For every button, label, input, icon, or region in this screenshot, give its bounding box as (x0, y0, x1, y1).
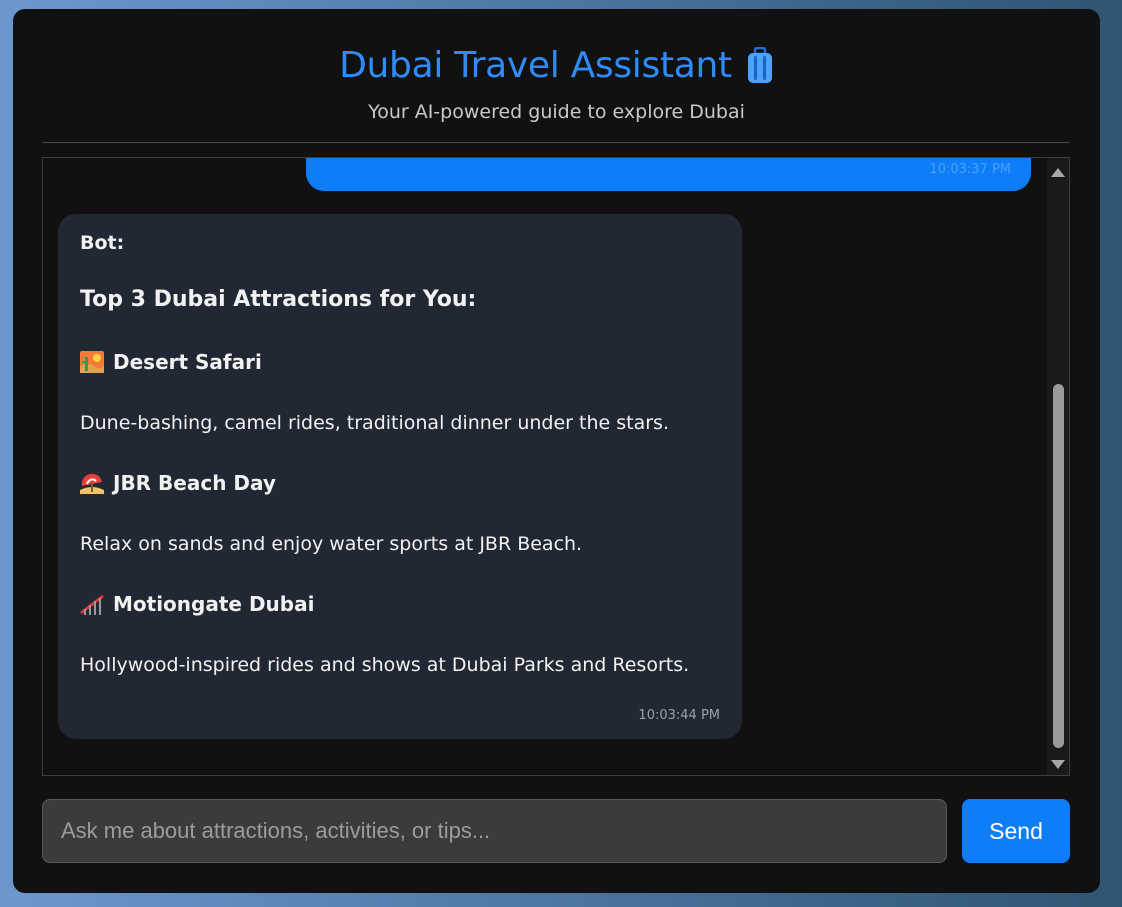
scrollbar-thumb[interactable] (1053, 384, 1064, 748)
bot-sender-label: Bot: (80, 232, 125, 254)
message-input[interactable] (42, 799, 947, 863)
header: Dubai Travel Assistant Your AI-powered g… (13, 9, 1100, 143)
page-subtitle: Your AI-powered guide to explore Dubai (368, 101, 745, 123)
beach-umbrella-icon (80, 472, 104, 494)
bot-message-bubble: Bot: Top 3 Dubai Attractions for You: De… (58, 214, 742, 739)
attraction-title: JBR Beach Day (80, 471, 276, 495)
user-message-bubble: 10:03:37 PM (306, 158, 1031, 191)
attraction-title-text: JBR Beach Day (113, 471, 276, 495)
attraction-title: Motiongate Dubai (80, 592, 314, 616)
page-title-text: Dubai Travel Assistant (339, 45, 732, 86)
attraction-description: Dune-bashing, camel rides, traditional d… (80, 412, 669, 434)
page-title: Dubai Travel Assistant (13, 45, 1100, 86)
scroll-up-arrow-icon[interactable] (1051, 168, 1065, 177)
luggage-icon (746, 46, 774, 85)
attraction-description: Hollywood-inspired rides and shows at Du… (80, 654, 690, 676)
attraction-description: Relax on sands and enjoy water sports at… (80, 533, 583, 555)
attraction-title-text: Desert Safari (113, 350, 262, 374)
attraction-title-text: Motiongate Dubai (113, 592, 315, 616)
desert-icon (80, 351, 104, 373)
attraction-title: Desert Safari (80, 350, 262, 374)
bot-message-time: 10:03:44 PM (638, 708, 720, 723)
chat-app-window: Dubai Travel Assistant Your AI-powered g… (13, 9, 1100, 893)
chat-scrollbar[interactable] (1047, 158, 1069, 775)
send-button[interactable]: Send (962, 799, 1070, 863)
bot-message-heading: Top 3 Dubai Attractions for You: (80, 287, 477, 312)
header-divider (42, 142, 1070, 143)
chat-messages-area[interactable]: 10:03:37 PM Bot: Top 3 Dubai Attractions… (42, 157, 1070, 776)
user-message-time: 10:03:37 PM (929, 162, 1011, 177)
roller-coaster-icon (80, 593, 104, 615)
scroll-down-arrow-icon[interactable] (1051, 760, 1065, 769)
